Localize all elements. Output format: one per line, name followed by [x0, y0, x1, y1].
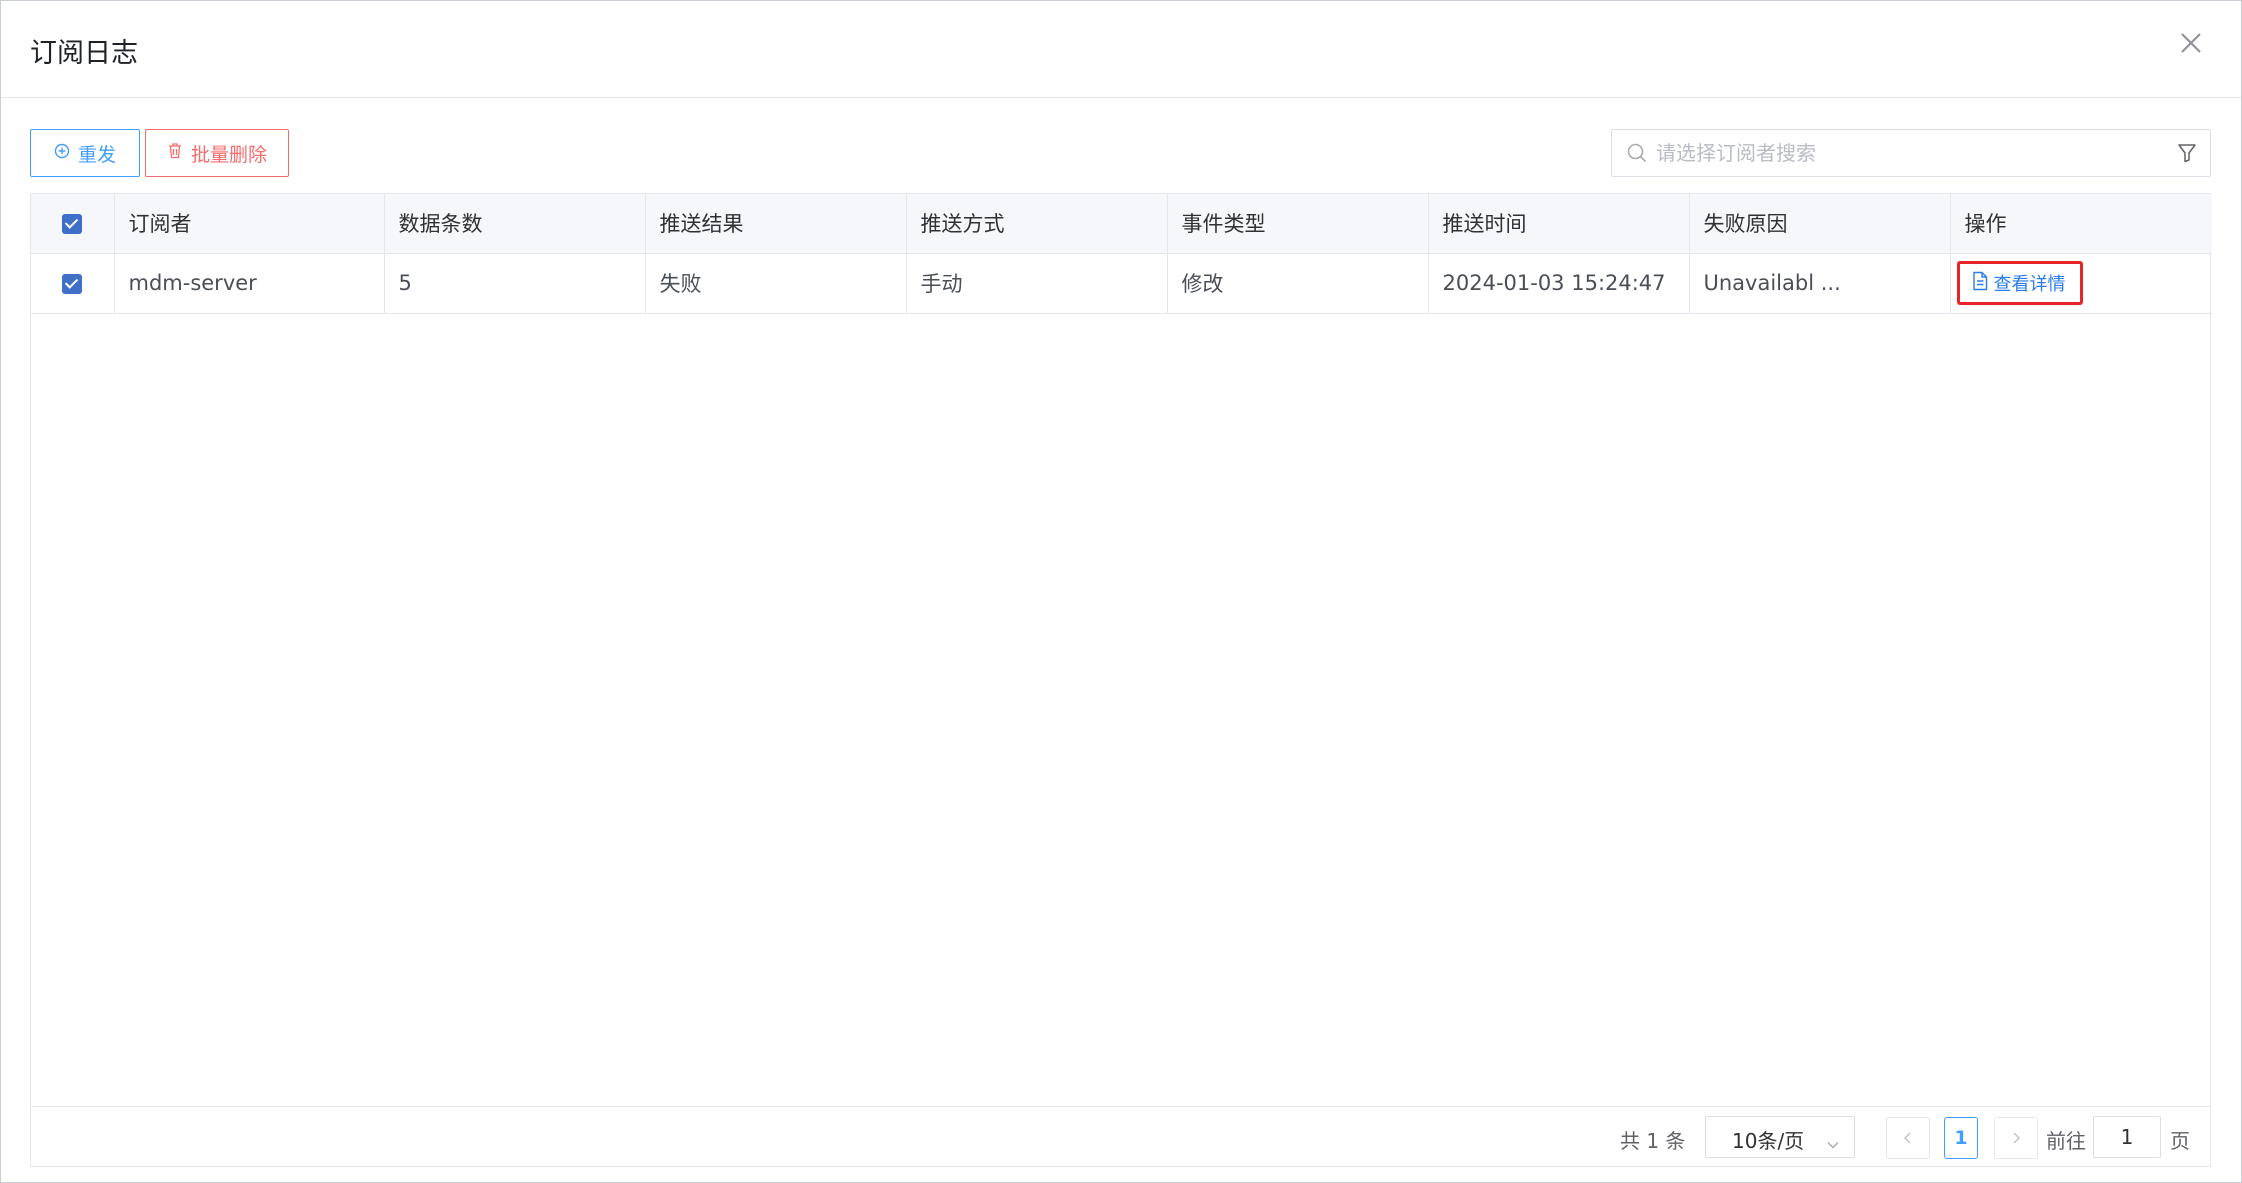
trash-icon — [167, 142, 183, 164]
cell-push-time: 2024-01-03 15:24:47 — [1428, 253, 1690, 314]
page-suffix-label: 页 — [2170, 1129, 2190, 1153]
table-header-row: 订阅者 数据条数 推送结果 推送方式 事件类型 推送时间 失败原因 操作 — [31, 194, 2212, 254]
prev-page-button[interactable] — [1886, 1117, 1930, 1159]
batch-delete-button[interactable]: 批量删除 — [145, 129, 289, 177]
cell-event-type: 修改 — [1167, 253, 1429, 314]
pagination-total: 共 1 条 — [1620, 1129, 1686, 1153]
subscriber-search-box — [1611, 129, 2211, 177]
header-count[interactable]: 数据条数 — [384, 194, 646, 254]
document-icon — [1972, 271, 1988, 296]
close-icon[interactable] — [2177, 29, 2205, 57]
batch-delete-label: 批量删除 — [190, 143, 267, 166]
cell-count: 5 — [384, 253, 646, 314]
dialog-header: 订阅日志 — [1, 1, 2241, 98]
subscription-log-dialog: 订阅日志 重发 批量删除 请选择订阅者搜索 订阅者 数据条数 推送结果 推送方式… — [0, 0, 2242, 1183]
resend-button[interactable]: 重发 — [30, 129, 140, 177]
cell-method: 手动 — [906, 253, 1168, 314]
goto-label: 前往 — [2046, 1129, 2086, 1153]
header-event-type[interactable]: 事件类型 — [1167, 194, 1429, 254]
page-size-value: 10条/页 — [1732, 1129, 1805, 1153]
log-table: 订阅者 数据条数 推送结果 推送方式 事件类型 推送时间 失败原因 操作 mdm… — [30, 193, 2212, 1167]
current-page-button[interactable]: 1 — [1944, 1117, 1978, 1159]
chevron-left-icon — [1903, 1132, 1911, 1144]
next-page-button[interactable] — [1994, 1117, 2038, 1159]
plus-circle-icon — [54, 142, 70, 164]
goto-page-input[interactable] — [2093, 1116, 2161, 1158]
select-all-cell — [31, 194, 115, 254]
resend-label: 重发 — [77, 143, 116, 166]
cell-subscriber: mdm-server — [114, 253, 385, 314]
view-detail-button[interactable]: 查看详情 — [1956, 261, 2083, 305]
chevron-right-icon — [2013, 1132, 2021, 1144]
header-action: 操作 — [1950, 194, 2212, 254]
select-all-checkbox[interactable] — [62, 214, 83, 235]
view-detail-label: 查看详情 — [1993, 274, 2066, 295]
header-subscriber[interactable]: 订阅者 — [114, 194, 385, 254]
header-result[interactable]: 推送结果 — [645, 194, 907, 254]
cell-result: 失败 — [645, 253, 907, 314]
table-row[interactable]: mdm-server 5 失败 手动 修改 2024-01-03 15:24:4… — [31, 253, 2212, 314]
row-select-cell — [31, 253, 115, 314]
header-fail-reason[interactable]: 失败原因 — [1689, 194, 1951, 254]
page-size-select[interactable]: 10条/页 — [1705, 1116, 1855, 1158]
row-checkbox[interactable] — [62, 274, 83, 294]
search-icon — [1626, 142, 1648, 168]
pagination: 共 1 条 10条/页 1 前往 页 — [30, 1106, 2211, 1167]
subscriber-search-input[interactable] — [1656, 138, 2156, 168]
header-method[interactable]: 推送方式 — [906, 194, 1168, 254]
dialog-title: 订阅日志 — [30, 38, 138, 69]
cell-fail-reason: Unavailabl ... — [1689, 253, 1951, 314]
filter-icon[interactable] — [2176, 142, 2198, 168]
header-push-time[interactable]: 推送时间 — [1428, 194, 1690, 254]
chevron-down-icon — [1826, 1131, 1840, 1155]
cell-action: 查看详情 — [1950, 253, 2212, 314]
